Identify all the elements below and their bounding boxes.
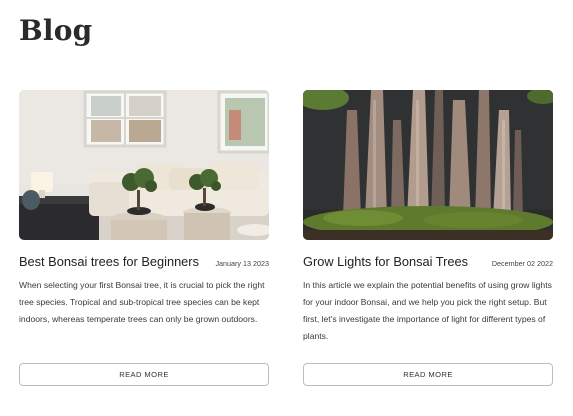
blog-card: Best Bonsai trees for Beginners January … — [19, 90, 269, 386]
post-excerpt: When selecting your first Bonsai tree, i… — [19, 280, 265, 324]
post-excerpt: In this article we explain the potential… — [303, 280, 552, 341]
read-more-button[interactable]: READ MORE — [303, 363, 553, 386]
post-date: December 02 2022 — [491, 259, 553, 268]
post-title[interactable]: Grow Lights for Bonsai Trees — [303, 254, 468, 269]
post-date: January 13 2023 — [215, 259, 269, 268]
blog-card: Grow Lights for Bonsai Trees December 02… — [303, 90, 553, 386]
read-more-button[interactable]: READ MORE — [19, 363, 269, 386]
living-room-bonsai-image[interactable] — [19, 90, 269, 240]
post-title[interactable]: Best Bonsai trees for Beginners — [19, 254, 199, 269]
page-title: Blog — [19, 14, 93, 47]
bonsai-forest-image[interactable] — [303, 90, 553, 240]
